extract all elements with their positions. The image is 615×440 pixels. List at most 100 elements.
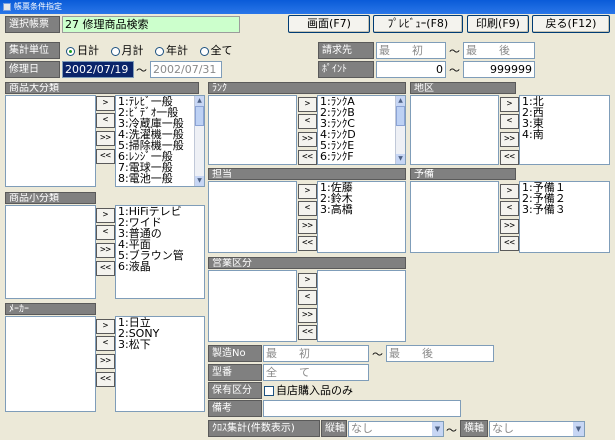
checkbox-box xyxy=(264,386,274,396)
sales-div-selected-list[interactable] xyxy=(317,270,406,342)
radio-daily[interactable]: 日計 xyxy=(66,43,99,58)
major-remove-all-button[interactable]: << xyxy=(96,149,115,164)
serial-to-input[interactable]: 最 後 xyxy=(386,345,494,362)
staff-selected-list[interactable]: 1:佐藤 2:鈴木 3:高橋 xyxy=(317,181,406,253)
major-category-scrollbar[interactable]: ▲ ▼ xyxy=(194,96,204,186)
rank-add-button[interactable]: > xyxy=(298,97,317,112)
dropdown-arrow-icon[interactable]: ▼ xyxy=(432,422,443,436)
scroll-thumb[interactable] xyxy=(195,106,204,126)
rank-items: 1:ﾗﾝｸA 2:ﾗﾝｸB 3:ﾗﾝｸC 4:ﾗﾝｸD 5:ﾗﾝｸE 6:ﾗﾝｸF xyxy=(318,96,405,162)
model-input[interactable]: 全 て xyxy=(263,364,369,381)
radio-yearly[interactable]: 年計 xyxy=(155,43,188,58)
serial-from-input[interactable]: 最 初 xyxy=(263,345,369,362)
minor-category-items: 1:HiFiテレビ 2:ワイド 3:普通の 4:平面 5:ブラウン管 6:液晶 xyxy=(116,206,204,272)
region-remove-all-button[interactable]: << xyxy=(500,150,519,165)
report-number: 27 xyxy=(65,18,79,31)
list-item[interactable]: 6:ﾗﾝｸF xyxy=(318,151,405,162)
staff-add-all-button[interactable]: >> xyxy=(298,219,317,234)
sales-div-add-all-button[interactable]: >> xyxy=(298,308,317,323)
points-from-input[interactable]: 0 xyxy=(376,61,446,78)
repair-date-to-input[interactable]: 2002/07/31 xyxy=(150,61,222,78)
reserve-add-button[interactable]: > xyxy=(500,184,519,199)
maker-available-list[interactable] xyxy=(5,316,96,412)
maker-add-all-button[interactable]: >> xyxy=(96,354,115,369)
region-add-button[interactable]: > xyxy=(500,97,519,112)
reserve-remove-button[interactable]: < xyxy=(500,201,519,216)
cross-horizontal-select[interactable]: なし ▼ xyxy=(489,421,585,437)
radio-all-dot xyxy=(199,46,209,56)
maker-remove-button[interactable]: < xyxy=(96,336,115,351)
sales-div-header: 営業区分 xyxy=(208,257,406,269)
radio-monthly[interactable]: 月計 xyxy=(110,43,144,58)
major-category-available-list[interactable] xyxy=(5,95,96,187)
cross-horizontal-label: 横軸 xyxy=(460,420,488,437)
scroll-down-icon[interactable]: ▼ xyxy=(396,154,405,164)
repair-date-from-input[interactable]: 2002/07/19 xyxy=(62,61,134,78)
minor-category-selected-list[interactable]: 1:HiFiテレビ 2:ワイド 3:普通の 4:平面 5:ブラウン管 6:液晶 xyxy=(115,205,205,299)
rank-scrollbar[interactable]: ▲ ▼ xyxy=(395,96,405,164)
scroll-up-icon[interactable]: ▲ xyxy=(195,96,204,106)
print-button[interactable]: 印刷(F9) xyxy=(467,15,529,33)
reserve-add-all-button[interactable]: >> xyxy=(500,219,519,234)
remarks-input[interactable] xyxy=(263,400,461,417)
reserve-items: 1:予備１ 2:予備２ 3:予備３ xyxy=(520,182,609,215)
maker-selected-list[interactable]: 1:日立 2:SONY 3:松下 xyxy=(115,316,205,412)
minor-add-all-button[interactable]: >> xyxy=(96,243,115,258)
minor-remove-button[interactable]: < xyxy=(96,225,115,240)
major-remove-button[interactable]: < xyxy=(96,113,115,128)
rank-available-list[interactable] xyxy=(208,95,297,165)
region-selected-list[interactable]: 1:北 2:西 3:東 4:南 xyxy=(519,95,610,165)
region-available-list[interactable] xyxy=(410,95,499,165)
rank-selected-list[interactable]: 1:ﾗﾝｸA 2:ﾗﾝｸB 3:ﾗﾝｸC 4:ﾗﾝｸD 5:ﾗﾝｸE 6:ﾗﾝｸF ▲ ▼ xyxy=(317,95,406,165)
staff-remove-button[interactable]: < xyxy=(298,201,317,216)
scroll-down-icon[interactable]: ▼ xyxy=(195,176,204,186)
list-item[interactable]: 3:予備３ xyxy=(520,204,609,215)
list-item[interactable]: 4:南 xyxy=(520,129,609,140)
reserve-remove-all-button[interactable]: << xyxy=(500,236,519,251)
maker-add-button[interactable]: > xyxy=(96,319,115,334)
serial-label: 製造No xyxy=(208,345,262,362)
list-item[interactable]: 3:高橋 xyxy=(318,204,405,215)
major-category-selected-list[interactable]: 1:ﾃﾚﾋﾞ一般 2:ﾋﾞﾃﾞｵ一般 3:冷蔵庫一般 4:洗濯機一般 5:掃除機一般 6:… xyxy=(115,95,205,187)
dropdown-arrow-icon[interactable]: ▼ xyxy=(573,422,584,436)
major-add-button[interactable]: > xyxy=(96,96,115,111)
rank-remove-button[interactable]: < xyxy=(298,114,317,129)
rank-add-all-button[interactable]: >> xyxy=(298,132,317,147)
holding-checkbox[interactable]: 自店購入品のみ xyxy=(264,383,353,399)
staff-remove-all-button[interactable]: << xyxy=(298,236,317,251)
reserve-selected-list[interactable]: 1:予備１ 2:予備２ 3:予備３ xyxy=(519,181,610,253)
major-add-all-button[interactable]: >> xyxy=(96,131,115,146)
scroll-thumb[interactable] xyxy=(396,106,405,126)
scroll-up-icon[interactable]: ▲ xyxy=(396,96,405,106)
back-button[interactable]: 戻る(F12) xyxy=(532,15,610,33)
report-field[interactable]: 27 修理商品検索 xyxy=(62,16,240,33)
staff-add-button[interactable]: > xyxy=(298,184,317,199)
minor-remove-all-button[interactable]: << xyxy=(96,261,115,276)
reserve-available-list[interactable] xyxy=(410,181,499,253)
sales-div-available-list[interactable] xyxy=(208,270,297,342)
region-remove-button[interactable]: < xyxy=(500,114,519,129)
screen-button[interactable]: 画面(F7) xyxy=(288,15,370,33)
maker-remove-all-button[interactable]: << xyxy=(96,372,115,387)
points-to-input[interactable]: 999999 xyxy=(463,61,535,78)
radio-all[interactable]: 全て xyxy=(199,43,233,58)
sales-div-remove-all-button[interactable]: << xyxy=(298,325,317,340)
sales-div-remove-button[interactable]: < xyxy=(298,290,317,305)
billing-from-input[interactable]: 最 初 xyxy=(376,42,446,59)
preview-button[interactable]: ﾌﾟﾚﾋﾞｭｰ(F8) xyxy=(373,15,463,33)
staff-available-list[interactable] xyxy=(208,181,297,253)
billing-label: 請求先 xyxy=(318,42,374,59)
list-item[interactable]: 3:松下 xyxy=(116,339,204,350)
staff-items: 1:佐藤 2:鈴木 3:高橋 xyxy=(318,182,405,215)
sales-div-add-button[interactable]: > xyxy=(298,273,317,288)
region-add-all-button[interactable]: >> xyxy=(500,132,519,147)
minor-category-available-list[interactable] xyxy=(5,205,96,299)
minor-add-button[interactable]: > xyxy=(96,208,115,223)
rank-remove-all-button[interactable]: << xyxy=(298,150,317,165)
list-item[interactable]: 8:電池一般 xyxy=(116,173,204,184)
unit-radio-group: 日計 月計 年計 全て xyxy=(66,43,266,59)
unit-label: 集計単位 xyxy=(5,42,60,59)
billing-to-input[interactable]: 最 後 xyxy=(463,42,535,59)
cross-vertical-select[interactable]: なし ▼ xyxy=(348,421,444,437)
list-item[interactable]: 6:液晶 xyxy=(116,261,204,272)
